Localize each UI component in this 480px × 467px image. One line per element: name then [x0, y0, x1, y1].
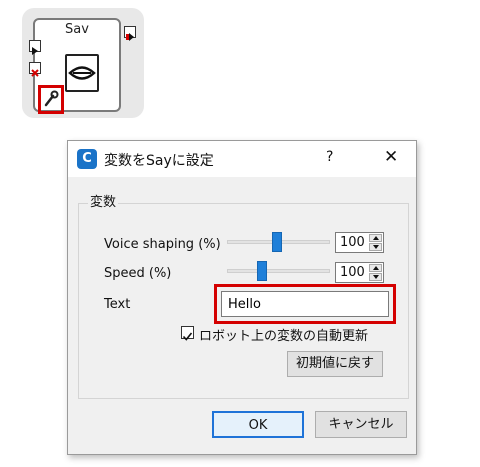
text-label: Text: [104, 297, 131, 312]
stop-input-icon[interactable]: [29, 62, 41, 77]
auto-update-checkbox[interactable]: [181, 326, 194, 341]
speed-spinbox[interactable]: 100: [335, 262, 384, 283]
auto-update-label: ロボット上の変数の自動更新: [199, 329, 369, 344]
checkmark-icon: [182, 332, 193, 341]
app-c-icon: C: [77, 149, 97, 169]
output-icon[interactable]: [124, 26, 136, 41]
speed-slider[interactable]: [227, 269, 330, 273]
voice-shaping-down-arrow[interactable]: [369, 243, 382, 251]
reset-defaults-button[interactable]: 初期値に戻す: [287, 351, 383, 377]
box-title: Sav: [65, 22, 89, 37]
wrench-icon[interactable]: [43, 90, 59, 108]
text-input[interactable]: [221, 291, 389, 317]
close-button[interactable]: ✕: [384, 147, 398, 167]
play-input-icon[interactable]: [29, 40, 41, 55]
speed-up-arrow[interactable]: [369, 264, 382, 272]
dialog-title: 変数をSayに設定: [104, 153, 214, 169]
ok-button[interactable]: OK: [212, 411, 304, 438]
voice-shaping-value: 100: [340, 235, 365, 250]
voice-shaping-spinbox[interactable]: 100: [335, 232, 384, 253]
group-label: 変数: [88, 191, 119, 210]
speed-label: Speed (%): [104, 266, 172, 281]
voice-shaping-up-arrow[interactable]: [369, 234, 382, 242]
cancel-button[interactable]: キャンセル: [315, 411, 407, 438]
lips-icon: [65, 54, 99, 92]
speed-slider-thumb[interactable]: [257, 261, 267, 281]
speed-down-arrow[interactable]: [369, 273, 382, 281]
voice-shaping-label: Voice shaping (%): [104, 237, 221, 252]
set-variables-dialog: C 変数をSayに設定 ? ✕ 変数 Voice shaping (%) 100…: [67, 140, 417, 455]
speed-value: 100: [340, 265, 365, 280]
dialog-titlebar: C 変数をSayに設定 ? ✕: [68, 141, 416, 177]
voice-shaping-slider-thumb[interactable]: [272, 232, 282, 252]
help-button[interactable]: ?: [326, 149, 333, 165]
